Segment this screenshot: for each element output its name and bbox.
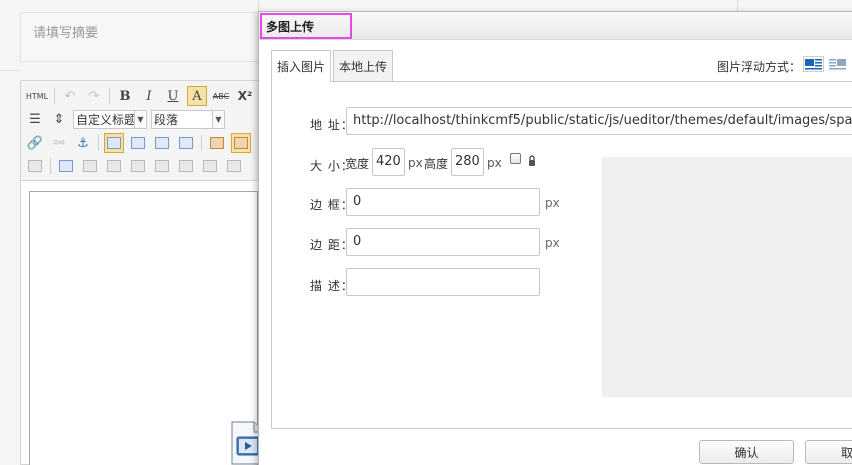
width-label: 宽度 — [345, 157, 370, 171]
dialog-title: 多图上传 — [260, 13, 352, 39]
align-left-glyph — [107, 137, 121, 149]
italic-button[interactable]: I — [139, 86, 159, 106]
summary-placeholder: 请填写摘要 — [33, 26, 99, 41]
insert-row-glyph — [107, 160, 121, 172]
superscript-button[interactable]: X² — [235, 86, 255, 106]
multi-image-upload-dialog: 多图上传 插入图片 本地上传 图片浮动方式： 地 址： http://local… — [258, 11, 852, 465]
toolbar-separator — [98, 135, 99, 151]
editor-content-area[interactable] — [29, 191, 265, 465]
fontborder-button[interactable]: A — [187, 86, 207, 106]
link-icon[interactable]: 🔗 — [25, 133, 45, 153]
cancel-button[interactable]: 取 — [805, 440, 852, 464]
delete-col-icon[interactable] — [176, 156, 196, 176]
delete-row-glyph — [131, 160, 145, 172]
align-justify-glyph — [179, 137, 193, 149]
description-input[interactable] — [346, 268, 540, 296]
insert-col-icon[interactable] — [152, 156, 172, 176]
confirm-button[interactable]: 确认 — [699, 440, 794, 464]
delete-col-glyph — [179, 160, 193, 172]
width-input[interactable]: 420 — [372, 148, 405, 176]
dialog-header[interactable]: 多图上传 — [259, 12, 852, 40]
float-mode-label: 图片浮动方式： — [717, 60, 802, 74]
float-right-icon[interactable] — [827, 56, 848, 72]
redo-icon[interactable]: ↷ — [84, 86, 104, 106]
align-left-icon[interactable] — [104, 133, 124, 153]
split-cells-icon[interactable] — [224, 156, 244, 176]
image-preview — [602, 157, 852, 397]
multi-image-icon[interactable] — [231, 133, 251, 153]
lock-ratio-checkbox[interactable] — [510, 153, 521, 164]
summary-textarea[interactable]: 请填写摘要 — [20, 12, 265, 62]
delete-table-icon[interactable] — [80, 156, 100, 176]
height-label: 高度 — [424, 157, 449, 171]
table-glyph — [59, 160, 73, 172]
line-height-icon[interactable]: ⇕ — [49, 109, 69, 129]
underline-button[interactable]: U — [163, 86, 183, 106]
list-icon[interactable]: ☰ — [25, 109, 45, 129]
editor-toolbar: HTML ↶ ↷ B I U A ABC X² ☰ ⇕ 自定义标题 ▼ 段落 ▼ — [21, 81, 264, 181]
image-icon[interactable] — [207, 133, 227, 153]
width-unit: px — [408, 156, 423, 170]
delete-row-icon[interactable] — [128, 156, 148, 176]
toolbar-separator — [201, 135, 202, 151]
table-icon[interactable] — [56, 156, 76, 176]
image-properties-panel: 地 址： http://localhost/thinkcmf5/public/s… — [271, 81, 852, 429]
chevron-down-icon[interactable]: ▼ — [135, 109, 147, 129]
delete-table-glyph — [83, 160, 97, 172]
toolbar-separator — [54, 88, 55, 104]
strikethrough-button[interactable]: ABC — [211, 86, 231, 106]
insert-row-icon[interactable] — [104, 156, 124, 176]
split-cells-glyph — [227, 160, 241, 172]
heading-select[interactable]: 自定义标题 — [73, 109, 135, 129]
toolbar-separator — [50, 158, 51, 174]
tab-insert-image[interactable]: 插入图片 — [271, 50, 332, 82]
spacing-input[interactable]: 0 — [346, 228, 540, 256]
tab-local-upload[interactable]: 本地上传 — [333, 50, 394, 81]
insert-col-glyph — [155, 160, 169, 172]
paragraph-select[interactable]: 段落 — [151, 109, 213, 129]
unlink-icon[interactable]: ⚯ — [49, 133, 69, 153]
spacing-unit: px — [545, 236, 560, 250]
word-image-icon[interactable] — [25, 156, 45, 176]
dialog-tabs: 插入图片 本地上传 — [271, 50, 394, 82]
anchor-icon[interactable]: ⚓ — [73, 133, 93, 153]
align-justify-icon[interactable] — [176, 133, 196, 153]
divider — [0, 70, 20, 71]
border-input[interactable]: 0 — [346, 188, 540, 216]
merge-cells-glyph — [203, 160, 217, 172]
height-input[interactable]: 280 — [451, 148, 484, 176]
multi-image-glyph — [234, 137, 248, 149]
rich-text-editor: HTML ↶ ↷ B I U A ABC X² ☰ ⇕ 自定义标题 ▼ 段落 ▼ — [20, 80, 265, 465]
border-unit: px — [545, 196, 560, 210]
align-right-glyph — [131, 137, 145, 149]
align-center-icon[interactable] — [152, 133, 172, 153]
align-right-icon[interactable] — [128, 133, 148, 153]
image-url-input[interactable]: http://localhost/thinkcmf5/public/static… — [346, 107, 852, 135]
align-center-glyph — [155, 137, 169, 149]
image-glyph — [210, 137, 224, 149]
merge-cells-icon[interactable] — [200, 156, 220, 176]
toolbar-separator — [109, 88, 110, 104]
float-left-icon[interactable] — [803, 56, 824, 72]
lock-icon — [529, 155, 535, 166]
height-unit: px — [487, 156, 502, 170]
word-image-glyph — [28, 160, 42, 172]
html-source-button[interactable]: HTML — [25, 86, 49, 106]
chevron-down-icon[interactable]: ▼ — [213, 109, 225, 129]
undo-icon[interactable]: ↶ — [60, 86, 80, 106]
bold-button[interactable]: B — [115, 86, 135, 106]
